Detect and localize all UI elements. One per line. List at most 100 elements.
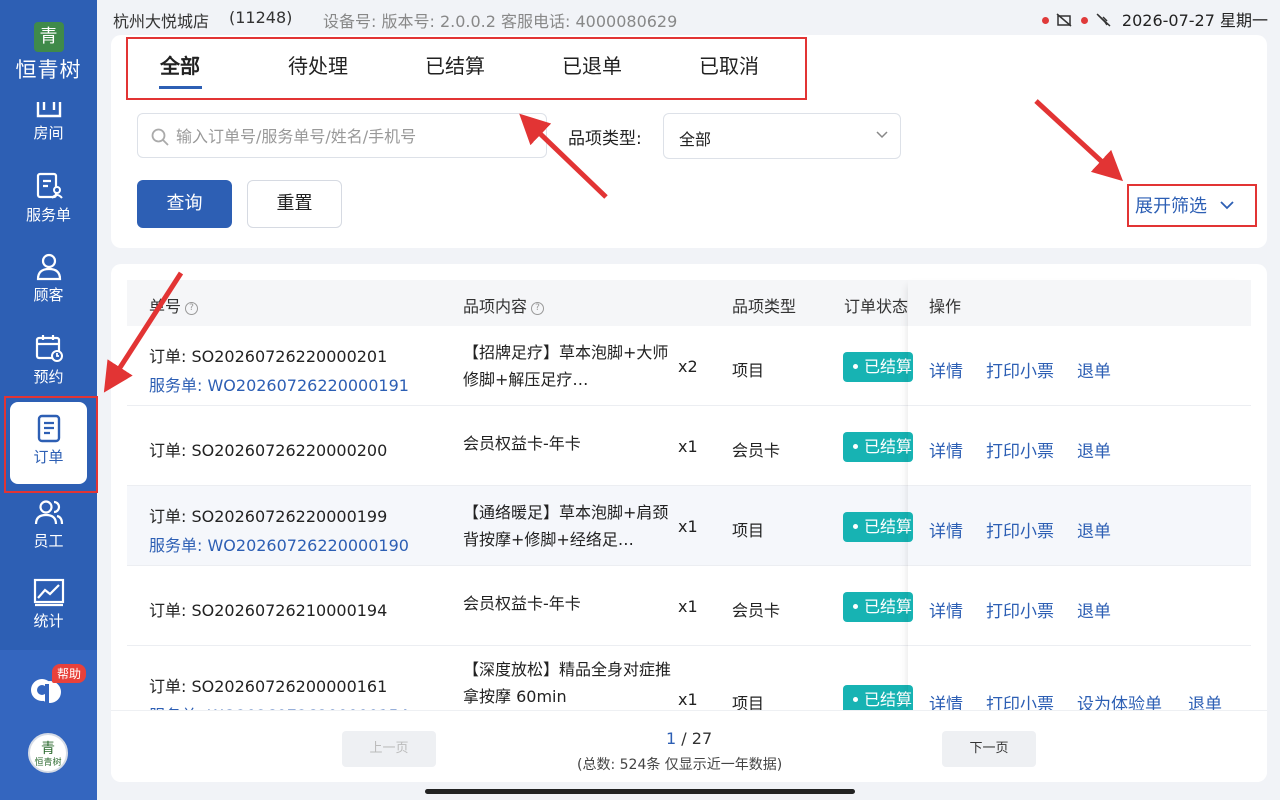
sidebar-item-label: 统计	[33, 612, 64, 630]
order-number: 订单: SO20260726220000201	[149, 347, 388, 366]
table-row: 订单: SO20260726210000194 会员权益卡-年卡 x1 会员卡 …	[127, 566, 1251, 646]
header-actions: 操作	[929, 297, 962, 316]
page-indicator: 1 / 27	[666, 729, 712, 748]
print-receipt-link[interactable]: 打印小票	[986, 437, 1054, 462]
order-number: 订单: SO20260726210000194	[149, 601, 388, 620]
service-order-link[interactable]: 服务单: WO20260726220000190	[149, 532, 409, 556]
help-icon[interactable]: ?	[185, 302, 199, 315]
item-quantity: x1	[678, 690, 698, 709]
refund-link[interactable]: 退单	[1077, 517, 1111, 542]
order-number: 订单: SO20260726220000200	[149, 441, 388, 460]
sidebar-item-statistics[interactable]: 统计	[0, 576, 97, 631]
record-dot-icon	[1080, 17, 1088, 24]
record-dot-icon	[1041, 17, 1049, 24]
status-badge: 已结算	[843, 432, 913, 462]
service-order-link[interactable]: 服务单: WO20260726220000191	[149, 372, 409, 396]
print-receipt-link[interactable]: 打印小票	[986, 517, 1054, 542]
header-label: 品项内容	[463, 297, 528, 316]
item-type: 会员卡	[732, 441, 781, 460]
store-name: 杭州大悦城店	[113, 12, 210, 31]
sidebar-item-rooms[interactable]: 房间	[0, 100, 97, 143]
search-icon	[151, 128, 169, 146]
details-link[interactable]: 详情	[929, 517, 963, 542]
status-badge-label: 已结算	[864, 517, 913, 536]
query-button[interactable]: 查询	[137, 180, 232, 228]
sidebar-item-label: 员工	[33, 532, 64, 550]
sidebar-item-customers[interactable]: 顾客	[0, 250, 97, 305]
item-content: 【招牌足疗】草本泡脚+大师修脚+解压足疗…	[463, 343, 669, 389]
reset-button[interactable]: 重置	[247, 180, 342, 228]
print-receipt-link[interactable]: 打印小票	[986, 597, 1054, 622]
calendar-clock-icon	[35, 335, 63, 362]
header-label: 单号	[149, 297, 182, 316]
printer-off-icon	[1096, 13, 1111, 27]
item-content: 【深度放松】精品全身对症推拿按摩 60min	[463, 660, 672, 706]
status-badge-label: 已结算	[864, 690, 913, 709]
help-badge[interactable]: 帮助	[52, 664, 87, 683]
category-select[interactable]: 全部	[663, 113, 901, 159]
avatar-label: 恒青树	[34, 758, 62, 768]
total-count: (总数: 524条 仅显示近一年数据)	[577, 757, 783, 773]
print-receipt-link[interactable]: 打印小票	[986, 357, 1054, 382]
status-badge: 已结算	[843, 512, 913, 542]
order-table-panel: 单号? 品项内容? 品项类型 订单状态 操作 订单: SO20260726220…	[111, 264, 1267, 782]
item-content: 会员权益卡-年卡	[463, 594, 581, 613]
refund-link[interactable]: 退单	[1077, 357, 1111, 382]
order-number: 订单: SO20260726220000199	[149, 507, 388, 526]
status-badge-label: 已结算	[864, 597, 913, 616]
status-badge: 已结算	[843, 352, 913, 382]
sidebar-item-appointments[interactable]: 预约	[0, 332, 97, 387]
device-info: 设备号: 版本号: 2.0.0.2 客服电话: 4000080629	[323, 12, 678, 31]
system-tray: 2026-07-27 星期一	[1038, 7, 1268, 31]
network-off-icon	[1056, 13, 1072, 27]
item-quantity: x2	[678, 357, 698, 376]
table-row: 订单: SO20260726220000200 会员权益卡-年卡 x1 会员卡 …	[127, 406, 1251, 486]
pagination: 上一页 1 / 27 (总数: 524条 仅显示近一年数据) 下一页	[111, 710, 1267, 782]
status-badge: 已结算	[843, 592, 913, 622]
status-dot	[853, 697, 858, 702]
status-badge-label: 已结算	[864, 437, 913, 456]
search-field[interactable]	[137, 113, 547, 158]
details-link[interactable]: 详情	[929, 357, 963, 382]
search-input[interactable]	[176, 124, 536, 148]
help-icon[interactable]: ?	[531, 302, 545, 315]
page-separator: /	[681, 729, 687, 748]
datetime: 2026-07-27 星期一	[1121, 11, 1268, 30]
refund-link[interactable]: 退单	[1077, 597, 1111, 622]
item-quantity: x1	[678, 517, 698, 536]
next-page-button[interactable]: 下一页	[942, 731, 1036, 767]
prev-page-button[interactable]: 上一页	[342, 731, 436, 767]
avatar-logo-icon: 青	[41, 741, 55, 757]
current-page: 1	[666, 729, 677, 748]
status-dot	[853, 524, 858, 529]
sidebar-item-label: 预约	[33, 368, 64, 386]
category-select-value: 全部	[679, 130, 712, 149]
status-dot	[853, 364, 858, 369]
sidebar-item-service-orders[interactable]: 服务单	[0, 170, 97, 225]
item-quantity: x1	[678, 597, 698, 616]
item-type: 项目	[732, 361, 765, 380]
annotation-box-tabs	[126, 37, 807, 100]
sidebar-item-label: 服务单	[25, 206, 71, 224]
annotation-box-orders-nav	[4, 396, 98, 493]
sidebar-item-staff[interactable]: 员工	[0, 496, 97, 551]
table-row: 订单: SO20260726220000199 服务单: WO202607262…	[127, 486, 1251, 566]
customer-icon	[36, 253, 61, 281]
header-status: 订单状态	[844, 297, 909, 316]
refund-link[interactable]: 退单	[1077, 437, 1111, 462]
item-quantity: x1	[678, 437, 698, 456]
header-order-no: 单号?	[149, 293, 199, 317]
sidebar-item-label: 顾客	[33, 286, 64, 304]
table-row: 订单: SO20260726220000201 服务单: WO202607262…	[127, 326, 1251, 406]
brand-name: 恒青树	[15, 58, 82, 82]
status-dot	[853, 444, 858, 449]
header-item: 品项内容?	[463, 293, 545, 317]
item-type: 会员卡	[732, 601, 781, 620]
details-link[interactable]: 详情	[929, 437, 963, 462]
avatar[interactable]: 青 恒青树	[28, 733, 68, 773]
header-type: 品项类型	[732, 297, 797, 316]
status-dot	[853, 604, 858, 609]
sidebar-item-label: 房间	[33, 124, 64, 142]
details-link[interactable]: 详情	[929, 597, 963, 622]
room-icon	[36, 102, 61, 118]
